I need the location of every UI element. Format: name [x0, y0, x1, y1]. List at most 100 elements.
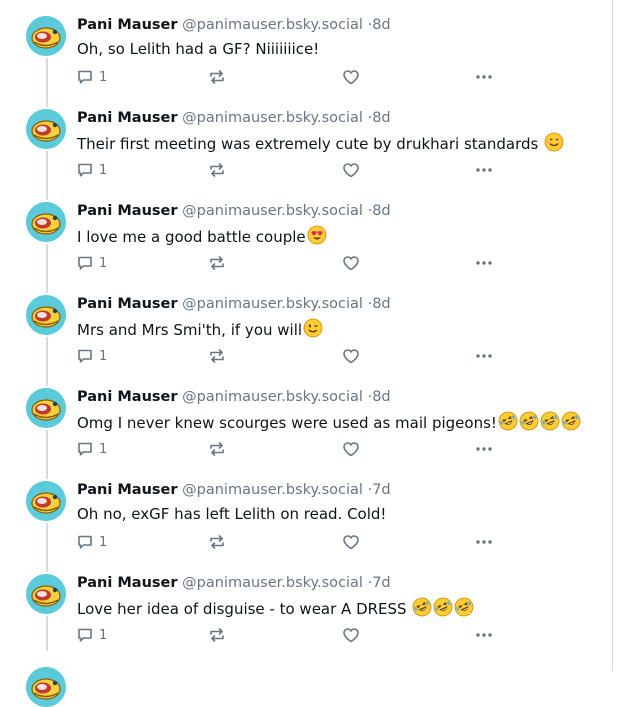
post-time[interactable]: 8d [372, 296, 390, 312]
avatar[interactable] [26, 109, 66, 149]
post-text: Oh, so Lelith had a GF? Niiiiiiice! [77, 39, 319, 59]
like-button[interactable] [342, 625, 360, 645]
post-item[interactable]: Pani Mauser @panimauser.bsky.social ·7d … [0, 558, 612, 651]
like-button[interactable] [342, 67, 360, 87]
speech-bubble-icon [77, 441, 93, 457]
heart-outline-icon [342, 348, 360, 364]
post-time[interactable]: 7d [372, 575, 390, 591]
reply-button[interactable]: 1 [77, 532, 107, 552]
speech-bubble-icon [77, 255, 93, 271]
post-time[interactable]: 7d [372, 482, 390, 498]
post-header: Pani Mauser @panimauser.bsky.social ·7d [77, 480, 391, 500]
reply-count: 1 [99, 534, 108, 550]
author-name[interactable]: Pani Mauser [77, 482, 178, 498]
reply-count: 1 [99, 162, 108, 178]
repost-arrows-icon [208, 441, 226, 457]
post-time[interactable]: 8d [372, 17, 390, 33]
author-handle[interactable]: @panimauser.bsky.social [182, 389, 363, 405]
more-options-button[interactable] [475, 625, 493, 645]
reply-button[interactable]: 1 [77, 439, 107, 459]
author-name[interactable]: Pani Mauser [77, 389, 178, 405]
author-handle[interactable]: @panimauser.bsky.social [182, 203, 363, 219]
like-button[interactable] [342, 346, 360, 366]
author-name[interactable]: Pani Mauser [77, 17, 178, 33]
repost-button[interactable] [208, 439, 226, 459]
more-options-button[interactable] [475, 253, 493, 273]
post-actions: 1 [77, 160, 497, 180]
repost-arrows-icon [208, 348, 226, 364]
repost-arrows-icon [208, 534, 226, 550]
post-time[interactable]: 8d [372, 389, 390, 405]
like-button[interactable] [342, 160, 360, 180]
author-name[interactable]: Pani Mauser [77, 296, 178, 312]
like-button[interactable] [342, 439, 360, 459]
more-options-button[interactable] [475, 67, 493, 87]
author-handle[interactable]: @panimauser.bsky.social [182, 17, 363, 33]
repost-button[interactable] [208, 67, 226, 87]
post-header: Pani Mauser @panimauser.bsky.social ·8d [77, 15, 391, 35]
post-actions: 1 [77, 625, 497, 645]
rofl-emoji-icon [518, 411, 539, 432]
rofl-emoji-icon [432, 597, 453, 618]
avatar[interactable] [26, 202, 66, 242]
avatar[interactable] [26, 16, 66, 56]
reply-button[interactable]: 1 [77, 253, 107, 273]
reply-button[interactable]: 1 [77, 160, 107, 180]
rofl-emoji-icon [539, 411, 560, 432]
repost-arrows-icon [208, 255, 226, 271]
post-header: Pani Mauser @panimauser.bsky.social ·7d [77, 573, 391, 593]
post-header: Pani Mauser @panimauser.bsky.social ·8d [77, 387, 391, 407]
reply-button[interactable]: 1 [77, 346, 107, 366]
avatar[interactable] [26, 574, 66, 614]
heart-outline-icon [342, 162, 360, 178]
post-header: Pani Mauser @panimauser.bsky.social ·8d [77, 108, 391, 128]
heart-outline-icon [342, 441, 360, 457]
ellipsis-icon [475, 446, 493, 452]
author-handle[interactable]: @panimauser.bsky.social [182, 482, 363, 498]
repost-button[interactable] [208, 346, 226, 366]
author-handle[interactable]: @panimauser.bsky.social [182, 575, 363, 591]
post-item[interactable]: Pani Mauser @panimauser.bsky.social ·8d … [0, 372, 612, 465]
speech-bubble-icon [77, 627, 93, 643]
avatar[interactable] [26, 481, 66, 521]
avatar[interactable] [26, 388, 66, 428]
ellipsis-icon [475, 260, 493, 266]
more-options-button[interactable] [475, 439, 493, 459]
speech-bubble-icon [77, 534, 93, 550]
reply-button[interactable]: 1 [77, 67, 107, 87]
repost-button[interactable] [208, 253, 226, 273]
post-actions: 1 [77, 67, 497, 87]
like-button[interactable] [342, 532, 360, 552]
post-actions: 1 [77, 253, 497, 273]
author-name[interactable]: Pani Mauser [77, 575, 178, 591]
more-options-button[interactable] [475, 160, 493, 180]
repost-button[interactable] [208, 532, 226, 552]
post-item[interactable]: Pani Mauser @panimauser.bsky.social ·8d … [0, 279, 612, 372]
more-options-button[interactable] [475, 346, 493, 366]
post-item[interactable]: Pani Mauser @panimauser.bsky.social ·8d … [0, 0, 612, 93]
post-text: I love me a good battle couple [77, 225, 327, 247]
author-name[interactable]: Pani Mauser [77, 203, 178, 219]
post-item[interactable]: Pani Mauser @panimauser.bsky.social ·8d … [0, 186, 612, 279]
author-handle[interactable]: @panimauser.bsky.social [182, 110, 363, 126]
more-options-button[interactable] [475, 532, 493, 552]
post-item[interactable]: Pani Mauser @panimauser.bsky.social ·8d … [0, 93, 612, 186]
post-text-content: Their first meeting was extremely cute b… [77, 135, 544, 153]
avatar[interactable] [26, 295, 66, 335]
repost-button[interactable] [208, 625, 226, 645]
like-button[interactable] [342, 253, 360, 273]
reply-count: 1 [99, 627, 108, 643]
author-name[interactable]: Pani Mauser [77, 110, 178, 126]
post-time[interactable]: 8d [372, 203, 390, 219]
repost-button[interactable] [208, 160, 226, 180]
heart-eyes-emoji-icon [306, 225, 327, 246]
reply-button[interactable]: 1 [77, 625, 107, 645]
heart-outline-icon [342, 255, 360, 271]
post-actions: 1 [77, 346, 497, 366]
post-time[interactable]: 8d [372, 110, 390, 126]
avatar[interactable] [26, 667, 66, 707]
post-item[interactable]: Pani Mauser @panimauser.bsky.social ·7d … [0, 465, 612, 558]
author-handle[interactable]: @panimauser.bsky.social [182, 296, 363, 312]
rofl-emoji-icon [560, 411, 581, 432]
post-text-content: Mrs and Mrs Smi'th, if you will [77, 321, 303, 339]
